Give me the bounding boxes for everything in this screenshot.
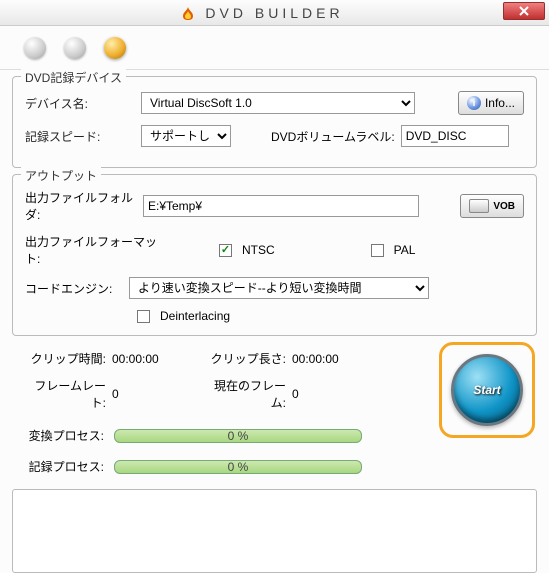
speed-select[interactable]: サポートしていませ bbox=[141, 125, 231, 147]
engine-select[interactable]: より速い変換スピード--より短い変換時間 bbox=[129, 277, 429, 299]
pal-checkbox[interactable] bbox=[371, 244, 384, 257]
output-group-legend: アウトプット bbox=[21, 167, 101, 184]
rec-progress-text: 0 % bbox=[228, 460, 249, 474]
start-button-label: Start bbox=[473, 383, 500, 397]
vob-button-label: VOB bbox=[493, 201, 515, 212]
deinterlacing-checkbox[interactable] bbox=[137, 310, 150, 323]
framerate-value: 0 bbox=[112, 387, 202, 401]
volume-input[interactable] bbox=[401, 125, 509, 147]
framerate-label: フレームレート: bbox=[22, 377, 112, 411]
close-icon bbox=[519, 6, 529, 16]
conv-progress: 0 % bbox=[114, 429, 362, 443]
mode-orb-2[interactable] bbox=[64, 37, 86, 59]
deinterlacing-label: Deinterlacing bbox=[160, 309, 230, 323]
mode-orb-3[interactable] bbox=[104, 37, 126, 59]
speed-label: 記録スピード: bbox=[25, 128, 135, 145]
close-button[interactable] bbox=[503, 2, 545, 20]
device-label: デバイス名: bbox=[25, 95, 135, 112]
engine-label: コードエンジン: bbox=[25, 280, 123, 297]
info-icon: i bbox=[467, 96, 481, 110]
stats-area: クリップ時間: 00:00:00 クリップ長さ: 00:00:00 フレームレー… bbox=[0, 342, 549, 475]
info-button-label: Info... bbox=[485, 96, 515, 110]
start-highlight: Start bbox=[439, 342, 535, 438]
conv-label: 変換プロセス: bbox=[22, 427, 114, 444]
app-icon bbox=[180, 5, 196, 21]
device-group-legend: DVD記録デバイス bbox=[21, 69, 126, 86]
folder-label: 出力ファイルフォルダ: bbox=[25, 189, 137, 223]
clip-time-value: 00:00:00 bbox=[112, 352, 202, 366]
log-area[interactable] bbox=[12, 489, 537, 573]
start-button[interactable]: Start bbox=[451, 354, 523, 426]
folder-input[interactable] bbox=[143, 195, 419, 217]
output-group: アウトプット 出力ファイルフォルダ: VOB 出力ファイルフォーマット: NTS… bbox=[12, 174, 537, 336]
rec-progress: 0 % bbox=[114, 460, 362, 474]
curframe-label: 現在のフレーム: bbox=[202, 377, 292, 411]
clip-len-label: クリップ長さ: bbox=[202, 350, 292, 367]
device-group: DVD記録デバイス デバイス名: Virtual DiscSoft 1.0 iI… bbox=[12, 76, 537, 168]
volume-label: DVDボリュームラベル: bbox=[271, 128, 395, 145]
conv-progress-text: 0 % bbox=[228, 429, 249, 443]
mode-orb-1[interactable] bbox=[24, 37, 46, 59]
vob-button[interactable]: VOB bbox=[460, 194, 524, 218]
titlebar: DVD BUILDER bbox=[0, 0, 549, 26]
clip-len-value: 00:00:00 bbox=[292, 352, 382, 366]
pal-label: PAL bbox=[394, 243, 416, 257]
info-button[interactable]: i Info... bbox=[458, 91, 524, 115]
format-label: 出力ファイルフォーマット: bbox=[25, 233, 161, 267]
device-select[interactable]: Virtual DiscSoft 1.0 bbox=[141, 92, 415, 114]
ntsc-checkbox[interactable] bbox=[219, 244, 232, 257]
ntsc-label: NTSC bbox=[242, 243, 275, 257]
clip-time-label: クリップ時間: bbox=[22, 350, 112, 367]
window-title: DVD BUILDER bbox=[205, 5, 343, 21]
mode-row bbox=[0, 26, 549, 70]
curframe-value: 0 bbox=[292, 387, 382, 401]
rec-label: 記録プロセス: bbox=[22, 458, 114, 475]
folder-icon bbox=[469, 199, 489, 213]
